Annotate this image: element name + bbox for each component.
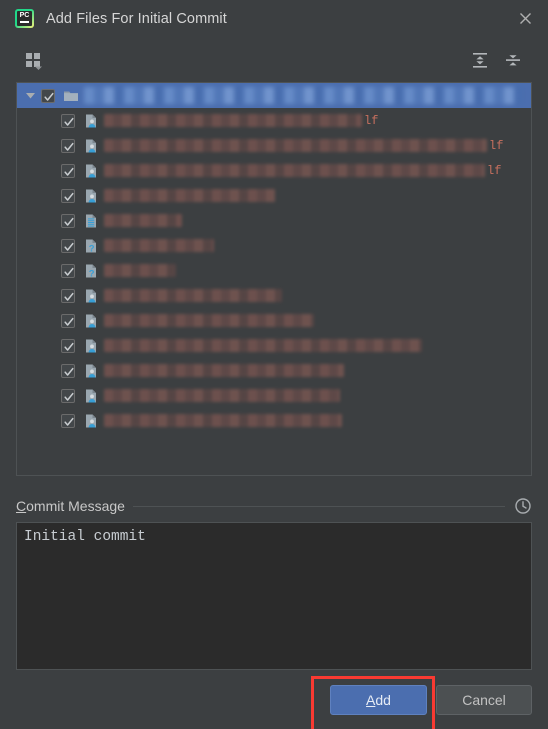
add-button-mnemonic: A xyxy=(366,692,376,708)
tree-row[interactable] xyxy=(17,183,531,208)
redacted-file-path xyxy=(104,414,342,427)
redacted-file-path xyxy=(104,364,344,377)
redacted-file-path xyxy=(104,189,275,202)
close-icon[interactable] xyxy=(502,0,548,37)
python-file-icon xyxy=(83,388,99,404)
tree-row[interactable]: ? xyxy=(17,258,531,283)
row-checkbox[interactable] xyxy=(61,163,75,178)
row-checkbox[interactable] xyxy=(61,363,75,378)
unknown-file-icon: ? xyxy=(83,263,99,279)
commit-message-text[interactable]: Initial commit xyxy=(24,528,524,546)
tree-row-root[interactable] xyxy=(17,83,531,108)
file-path-tail: lf xyxy=(489,138,504,153)
python-file-icon xyxy=(83,313,99,329)
redacted-file-path xyxy=(104,289,282,302)
redacted-file-path xyxy=(104,164,485,177)
row-checkbox[interactable] xyxy=(61,113,75,128)
row-checkbox[interactable] xyxy=(61,188,75,203)
commit-message-label-rest: ommit Message xyxy=(26,498,125,514)
tree-row[interactable] xyxy=(17,283,531,308)
tree-row[interactable]: lf xyxy=(17,133,531,158)
python-file-icon xyxy=(83,188,99,204)
window-title: Add Files For Initial Commit xyxy=(46,10,227,27)
tree-toolbar xyxy=(0,43,548,77)
tree-row[interactable] xyxy=(17,358,531,383)
unknown-file-icon: ? xyxy=(83,238,99,254)
svg-text:?: ? xyxy=(89,268,95,279)
tree-row[interactable] xyxy=(17,208,531,233)
text-file-icon xyxy=(83,213,99,229)
row-checkbox[interactable] xyxy=(61,313,75,328)
commit-message-label: Commit Message xyxy=(16,498,125,514)
collapse-all-icon[interactable] xyxy=(499,47,527,73)
redacted-file-path xyxy=(104,239,214,252)
cancel-button[interactable]: Cancel xyxy=(436,685,532,715)
group-by-icon[interactable] xyxy=(20,47,48,73)
folder-icon xyxy=(63,88,79,104)
row-checkbox[interactable] xyxy=(61,263,75,278)
python-file-icon xyxy=(83,113,99,129)
row-checkbox[interactable] xyxy=(61,213,75,228)
row-checkbox[interactable] xyxy=(61,413,75,428)
redacted-file-path xyxy=(104,139,487,152)
python-file-icon xyxy=(83,138,99,154)
redacted-file-path xyxy=(104,264,176,277)
redacted-file-path xyxy=(104,339,422,352)
tree-row[interactable]: lf xyxy=(17,158,531,183)
add-files-dialog: PC Add Files For Initial Commit lf lf lf… xyxy=(0,0,548,729)
clock-history-icon[interactable] xyxy=(514,497,532,515)
title-bar: PC Add Files For Initial Commit xyxy=(0,0,548,37)
expand-all-icon[interactable] xyxy=(466,47,494,73)
cancel-button-label: Cancel xyxy=(462,692,506,708)
add-button[interactable]: Add xyxy=(330,685,427,715)
tree-row[interactable] xyxy=(17,333,531,358)
tree-row[interactable] xyxy=(17,308,531,333)
python-file-icon xyxy=(83,163,99,179)
redacted-file-path xyxy=(104,214,182,227)
row-checkbox[interactable] xyxy=(61,338,75,353)
tree-row[interactable] xyxy=(17,383,531,408)
svg-text:?: ? xyxy=(89,243,95,254)
commit-message-header: Commit Message xyxy=(16,495,532,517)
commit-message-input[interactable]: Initial commit xyxy=(16,522,532,670)
chevron-down-icon[interactable] xyxy=(21,83,39,108)
python-file-icon xyxy=(83,363,99,379)
python-file-icon xyxy=(83,413,99,429)
redacted-file-path xyxy=(104,314,314,327)
row-checkbox[interactable] xyxy=(61,288,75,303)
python-file-icon xyxy=(83,288,99,304)
pycharm-icon: PC xyxy=(14,8,36,30)
row-checkbox[interactable] xyxy=(61,138,75,153)
redacted-file-path xyxy=(84,87,522,104)
tree-row[interactable]: ? xyxy=(17,233,531,258)
row-checkbox[interactable] xyxy=(61,238,75,253)
file-tree-panel[interactable]: lf lf lf?? xyxy=(16,82,532,476)
commit-message-label-mnemonic: C xyxy=(16,498,27,514)
row-checkbox[interactable] xyxy=(41,88,55,103)
row-checkbox[interactable] xyxy=(61,388,75,403)
redacted-file-path xyxy=(104,389,340,402)
tree-row[interactable]: lf xyxy=(17,108,531,133)
file-path-tail: lf xyxy=(487,163,502,178)
file-path-tail: lf xyxy=(364,113,379,128)
header-divider xyxy=(132,505,505,507)
tree-row[interactable] xyxy=(17,408,531,433)
python-file-icon xyxy=(83,338,99,354)
add-button-label-rest: dd xyxy=(375,692,391,708)
redacted-file-path xyxy=(104,114,362,127)
